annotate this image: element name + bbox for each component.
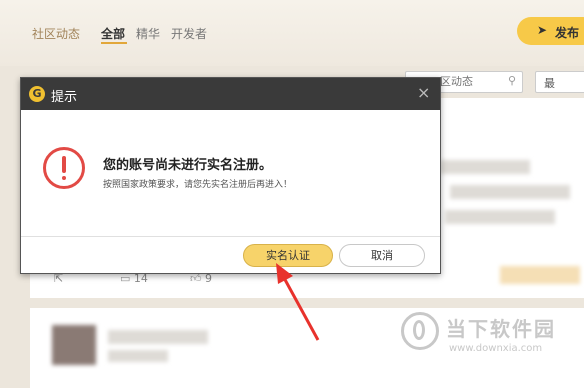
watermark-url: www.downxia.com	[449, 343, 543, 354]
watermark-logo-icon	[401, 312, 439, 350]
watermark-name: 当下软件园	[446, 317, 556, 341]
